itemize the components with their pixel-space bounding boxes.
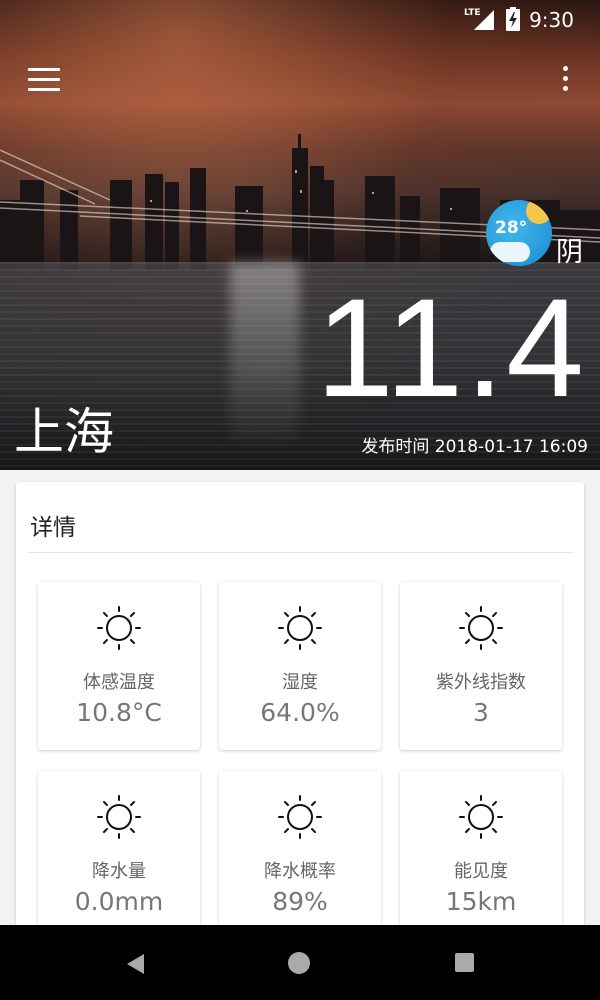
light-reflection — [230, 262, 300, 442]
detail-label: 湿度 — [282, 672, 318, 693]
detail-label: 降水概率 — [264, 861, 336, 882]
details-title: 详情 — [30, 515, 76, 541]
sun-icon — [278, 606, 322, 650]
detail-label: 体感温度 — [83, 672, 155, 693]
current-temperature: 11.4 — [315, 269, 586, 426]
signal-icon — [474, 10, 494, 30]
weather-condition: 阴 — [556, 237, 583, 268]
sun-icon — [278, 795, 322, 839]
navigation-bar — [0, 925, 600, 1000]
status-bar: LTE 9:30 — [0, 0, 600, 40]
detail-tile-uv-index[interactable]: 紫外线指数 3 — [400, 582, 562, 750]
detail-tile-humidity[interactable]: 湿度 64.0% — [219, 582, 381, 750]
detail-label: 降水量 — [92, 861, 146, 882]
sun-icon — [97, 795, 141, 839]
badge-cloud-shape — [490, 242, 530, 262]
hero-background: LTE 9:30 28° 阴 11.4 上海 发布时间 2018-01-17 1… — [0, 0, 600, 470]
home-icon[interactable] — [288, 952, 310, 974]
detail-value: 3 — [473, 698, 489, 727]
city-name: 上海 — [14, 403, 114, 461]
menu-icon[interactable] — [28, 68, 60, 94]
badge-temperature: 28° — [495, 218, 528, 238]
more-options-icon[interactable] — [552, 66, 578, 98]
clock: 9:30 — [529, 8, 574, 32]
detail-tile-feels-like[interactable]: 体感温度 10.8°C — [38, 582, 200, 750]
detail-value: 89% — [272, 887, 328, 916]
detail-tile-precipitation[interactable]: 降水量 0.0mm — [38, 771, 200, 939]
badge-sun-shape — [526, 200, 552, 224]
recent-apps-icon[interactable] — [455, 953, 474, 972]
detail-tile-precip-probability[interactable]: 降水概率 89% — [219, 771, 381, 939]
detail-value: 10.8°C — [76, 698, 162, 727]
weather-badge: 28° — [486, 200, 552, 266]
detail-value: 0.0mm — [74, 887, 164, 916]
detail-value: 64.0% — [260, 698, 340, 727]
sun-icon — [97, 606, 141, 650]
sun-icon — [459, 795, 503, 839]
detail-label: 紫外线指数 — [436, 672, 526, 693]
detail-label: 能见度 — [454, 861, 508, 882]
detail-tile-visibility[interactable]: 能见度 15km — [400, 771, 562, 939]
back-icon[interactable] — [126, 953, 146, 975]
battery-charging-icon — [506, 7, 520, 31]
sun-icon — [459, 606, 503, 650]
details-card: 详情 体感温度 10.8°C 湿度 64.0% 紫外线指数 3 降水量 0.0m… — [16, 482, 584, 952]
detail-value: 15km — [445, 887, 517, 916]
publish-time: 发布时间 2018-01-17 16:09 — [361, 437, 588, 457]
divider — [28, 552, 573, 553]
